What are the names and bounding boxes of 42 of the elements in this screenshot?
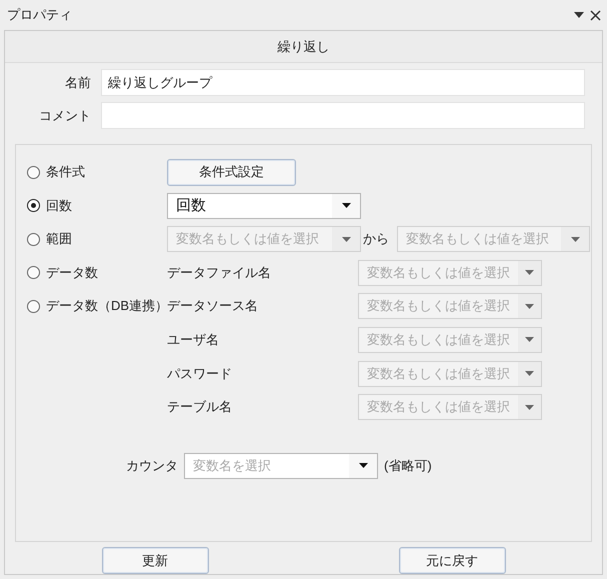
footer-button[interactable]: 元に戻す (398, 547, 506, 574)
field-label: カウンタ (126, 456, 178, 475)
dropdown-arrow-icon[interactable] (574, 12, 584, 18)
dropdown-arrow-icon (342, 236, 350, 242)
radio-button[interactable] (27, 166, 40, 178)
dropdown-arrow-icon (358, 463, 368, 468)
header-title: 繰り返し (278, 38, 330, 56)
field-label: テーブル名 (167, 398, 233, 416)
radio-option[interactable]: 回数 (27, 196, 167, 215)
input-field[interactable]: 繰り返しグループ (101, 69, 585, 96)
option-label: 範囲 (46, 230, 72, 248)
field-label: コメント (38, 106, 91, 124)
radio-option[interactable]: 範囲 (27, 230, 167, 248)
dropdown-arrow-icon (570, 236, 580, 242)
radio-button[interactable] (27, 199, 40, 212)
radio-button[interactable] (27, 300, 40, 313)
range-separator: から (363, 230, 389, 248)
field-label: データソース名 (167, 297, 259, 316)
option-label: データ数 (46, 264, 98, 282)
field-label: 名前 (64, 74, 91, 92)
dropdown-arrow-icon (525, 371, 534, 376)
close-icon[interactable] (590, 10, 601, 20)
radio-button[interactable] (27, 232, 40, 246)
dropdown-arrow-icon (342, 203, 350, 208)
field-label: ユーザ名 (167, 330, 220, 349)
condition-settings-button[interactable]: 条件式設定 (167, 158, 296, 186)
dropdown-arrow-icon (525, 270, 534, 276)
radio-button[interactable] (27, 266, 40, 280)
field-label: データファイル名 (167, 264, 272, 282)
dropdown[interactable]: 回数 (167, 192, 361, 219)
option-label: 条件式 (46, 163, 85, 181)
dropdown-arrow-icon (525, 404, 534, 410)
optional-note: (省略可) (384, 456, 432, 475)
dropdown-arrow-icon (525, 337, 534, 342)
option-label: 回数 (46, 196, 72, 215)
field-label: パスワード (167, 364, 233, 383)
window-title: プロパティ (7, 6, 73, 24)
radio-option[interactable]: データ数 (27, 264, 167, 282)
input-field[interactable] (101, 102, 585, 129)
radio-option[interactable]: 条件式 (27, 163, 167, 181)
dropdown-arrow-icon (525, 304, 534, 309)
footer-button[interactable]: 更新 (102, 547, 208, 574)
